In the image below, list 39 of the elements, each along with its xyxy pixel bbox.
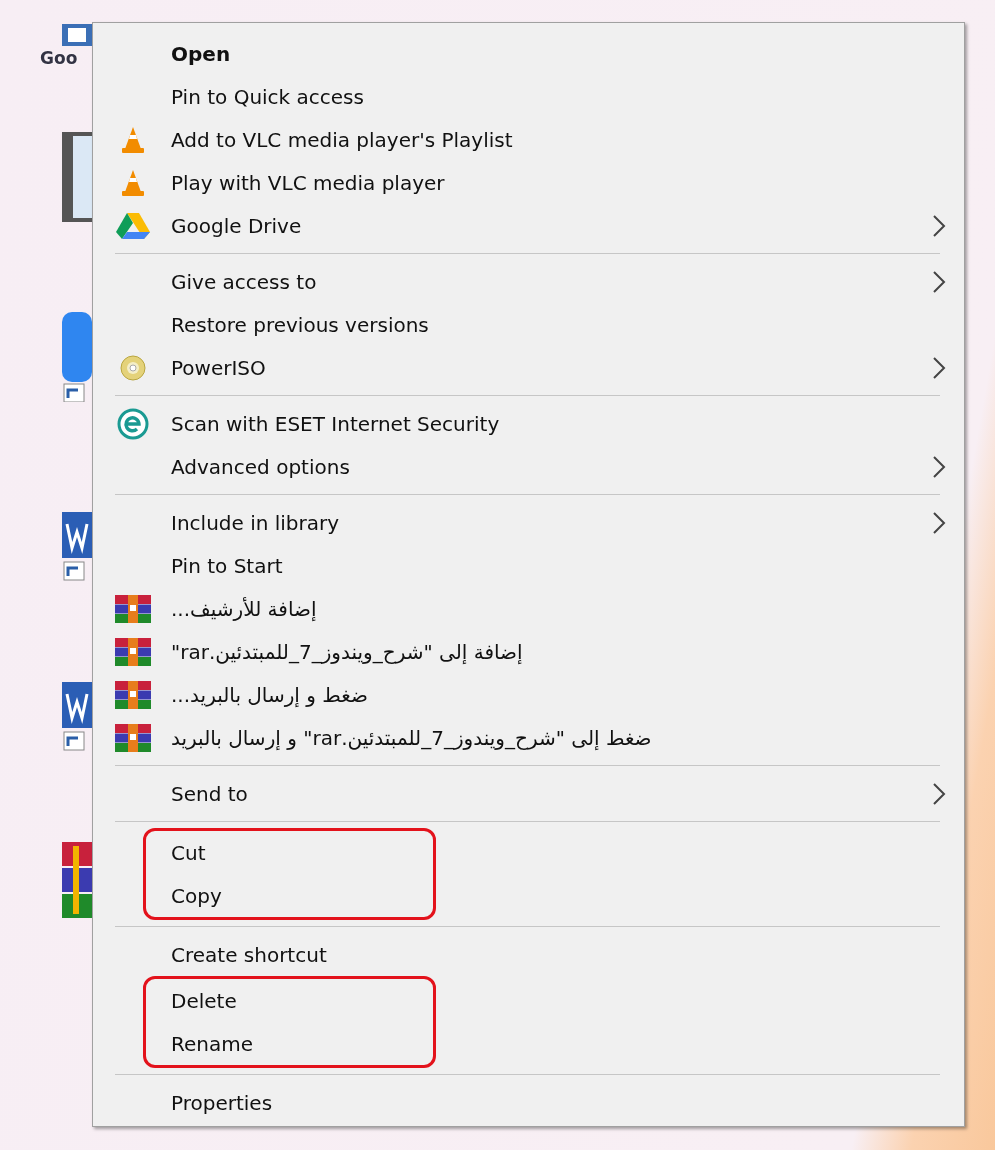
menu-item[interactable]: PowerISO <box>93 346 964 389</box>
menu-item[interactable]: إضافة إلى "شرح_ويندوز_7_للمبتدئين.rar" <box>93 630 964 673</box>
document-shortcut-icon <box>62 681 92 752</box>
menu-item[interactable]: Give access to <box>93 260 964 303</box>
menu-item[interactable]: إضافة للأرشيف... <box>93 587 964 630</box>
menu-item[interactable]: ضغط و إرسال بالبريد... <box>93 673 964 716</box>
menu-item[interactable]: Send to <box>93 772 964 815</box>
menu-item[interactable]: Include in library <box>93 501 964 544</box>
menu-item[interactable]: Google Drive <box>93 204 964 247</box>
menu-item[interactable]: Delete <box>146 979 433 1022</box>
menu-item[interactable]: Properties <box>93 1081 964 1124</box>
app-shortcut-icon <box>62 311 92 402</box>
menu-item[interactable]: Create shortcut <box>93 933 964 976</box>
menu-item[interactable]: Play with VLC media player <box>93 161 964 204</box>
menu-item[interactable]: Cut <box>146 831 433 874</box>
triangle-logo-icon <box>116 211 150 240</box>
icon-label: Goo <box>40 47 78 70</box>
menu-item[interactable]: Add to VLC media player's Playlist <box>93 118 964 161</box>
archive-books-icon <box>115 723 151 752</box>
menu-item[interactable]: ضغط إلى "شرح_ويندوز_7_للمبتدئين.rar" و إرسال بالبريد <box>93 716 964 759</box>
menu-item[interactable]: Open <box>93 32 964 75</box>
film-file-icon <box>62 131 92 222</box>
letter-e-badge-icon <box>117 407 149 440</box>
menu-item[interactable]: Copy <box>146 874 433 917</box>
document-shortcut-icon <box>62 511 92 582</box>
traffic-cone-icon <box>121 168 145 197</box>
shortcut-icon <box>62 24 92 46</box>
archive-books-icon <box>62 841 92 918</box>
disc-icon <box>120 354 146 381</box>
menu-item[interactable]: Pin to Start <box>93 544 964 587</box>
menu-item[interactable]: Restore previous versions <box>93 303 964 346</box>
archive-books-icon <box>115 594 151 623</box>
menu-item[interactable]: Scan with ESET Internet Security <box>93 402 964 445</box>
menu-item[interactable]: Pin to Quick access <box>93 75 964 118</box>
traffic-cone-icon <box>121 125 145 154</box>
menu-item[interactable]: Advanced options <box>93 445 964 488</box>
archive-books-icon <box>115 637 151 666</box>
archive-books-icon <box>115 680 151 709</box>
menu-item[interactable]: Rename <box>146 1022 433 1065</box>
